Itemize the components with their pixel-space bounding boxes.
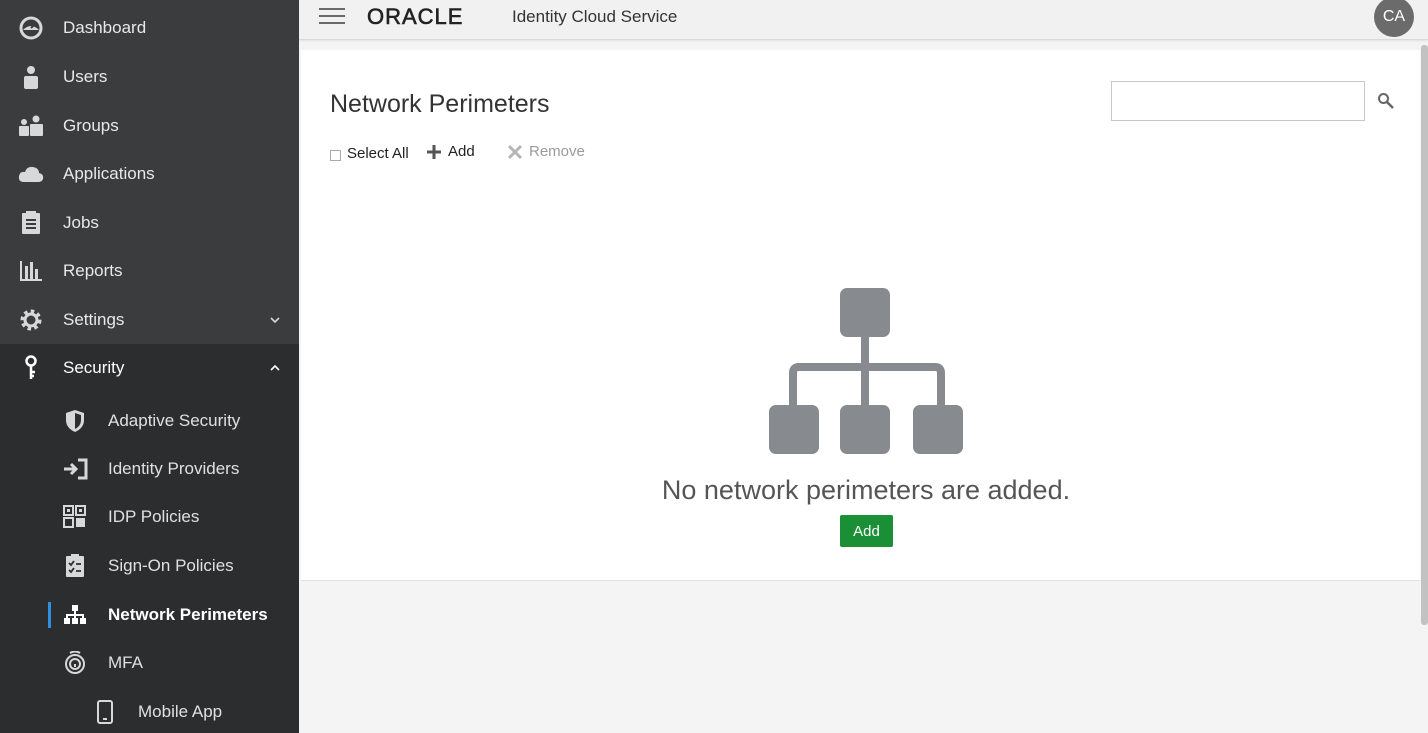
sidebar-item-users[interactable]: Users — [0, 53, 299, 101]
sidebar-item-label: Network Perimeters — [108, 605, 268, 624]
sidebar-item-label: Settings — [63, 310, 125, 329]
add-network-perimeter-button[interactable]: Add — [840, 515, 893, 547]
user-avatar[interactable]: CA — [1374, 0, 1414, 37]
search-icon[interactable] — [1377, 92, 1395, 110]
sidebar-item-label: Jobs — [63, 213, 99, 232]
sidebar-item-sign-on-policies[interactable]: Sign-On Policies — [0, 542, 299, 590]
network-empty-state-icon — [769, 288, 963, 454]
empty-state-message: No network perimeters are added. — [661, 475, 1071, 505]
plus-icon — [427, 144, 441, 159]
sidebar-item-dashboard[interactable]: Dashboard — [0, 4, 299, 52]
sidebar-item-label: Users — [63, 67, 108, 86]
sidebar-item-label: Mobile App — [138, 702, 223, 721]
top-header: ORACLE Identity Cloud Service CA — [299, 0, 1428, 40]
sidebar-item-label: Sign-On Policies — [108, 556, 234, 575]
sidebar-item-applications[interactable]: Applications — [0, 150, 299, 198]
dashboard-icon — [18, 15, 44, 41]
jobs-icon — [18, 210, 44, 236]
key-icon — [18, 355, 44, 381]
user-icon — [18, 64, 44, 90]
sidebar-item-identity-providers[interactable]: Identity Providers — [0, 445, 299, 493]
hamburger-menu-icon[interactable] — [319, 8, 345, 26]
groups-icon — [18, 113, 44, 139]
scrollbar[interactable] — [1421, 45, 1428, 625]
chevron-down-icon — [270, 317, 280, 324]
checklist-icon — [62, 553, 88, 579]
toolbar-remove-button[interactable]: Remove — [507, 143, 585, 160]
sidebar: Dashboard Users Groups Applications Jobs… — [0, 0, 299, 733]
sidebar-item-label: Identity Providers — [108, 459, 240, 478]
toolbar-add-button[interactable]: Add — [426, 143, 475, 160]
sidebar-item-label: Dashboard — [63, 18, 147, 37]
chevron-up-icon — [270, 364, 280, 371]
fingerprint-icon — [62, 650, 88, 676]
product-name: Identity Cloud Service — [512, 7, 678, 26]
sidebar-item-mfa[interactable]: MFA — [0, 639, 299, 687]
sidebar-item-label: Groups — [63, 116, 119, 135]
cloud-icon — [18, 161, 44, 187]
select-all-control[interactable]: Select All — [330, 145, 409, 162]
search-input[interactable] — [1111, 81, 1365, 121]
main-content: Network Perimeters Select All Add Remove… — [301, 50, 1420, 581]
sidebar-item-network-perimeters[interactable]: Network Perimeters — [0, 591, 299, 639]
sidebar-item-adaptive-security[interactable]: Adaptive Security — [0, 397, 299, 445]
sidebar-item-label: MFA — [108, 653, 143, 672]
sidebar-item-groups[interactable]: Groups — [0, 102, 299, 150]
sidebar-item-label: Adaptive Security — [108, 411, 241, 430]
sidebar-item-mobile-app[interactable]: Mobile App — [0, 688, 299, 733]
grid-policy-icon — [62, 504, 88, 530]
sidebar-item-label: IDP Policies — [108, 507, 200, 526]
sidebar-item-reports[interactable]: Reports — [0, 247, 299, 295]
sidebar-item-label: Reports — [63, 261, 123, 280]
mobile-icon — [92, 699, 118, 725]
network-icon — [62, 602, 88, 628]
page-title: Network Perimeters — [330, 90, 550, 118]
sign-in-icon — [62, 456, 88, 482]
select-all-checkbox[interactable] — [330, 150, 341, 161]
remove-label: Remove — [529, 143, 585, 160]
sidebar-item-settings[interactable]: Settings — [0, 296, 299, 344]
select-all-label: Select All — [347, 145, 409, 162]
close-icon — [507, 144, 523, 159]
shield-icon — [62, 408, 88, 434]
gear-icon — [18, 307, 44, 333]
oracle-logo: ORACLE — [367, 4, 464, 30]
sidebar-item-jobs[interactable]: Jobs — [0, 199, 299, 247]
sidebar-item-label: Security — [63, 358, 125, 377]
add-label: Add — [448, 143, 475, 160]
sidebar-item-idp-policies[interactable]: IDP Policies — [0, 493, 299, 541]
security-submenu: Security Adaptive Security Identity Prov… — [0, 344, 299, 733]
active-indicator — [48, 602, 51, 628]
sidebar-item-label: Applications — [63, 164, 155, 183]
bar-chart-icon — [18, 258, 44, 284]
sidebar-item-security[interactable]: Security — [0, 344, 299, 392]
